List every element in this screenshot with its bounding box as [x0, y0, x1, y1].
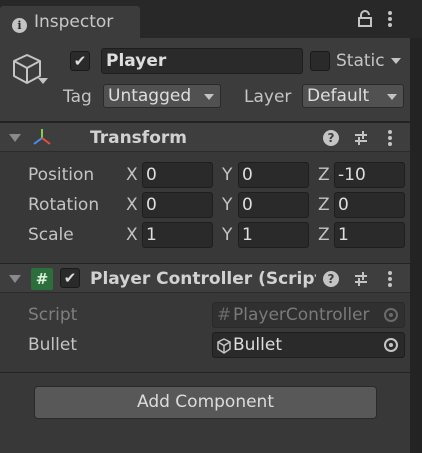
- layer-value: Default: [307, 86, 370, 106]
- axis-x-label[interactable]: X: [126, 165, 138, 185]
- axis-z-label[interactable]: Z: [318, 165, 330, 185]
- csharp-script-icon: #: [217, 305, 232, 325]
- position-y-field[interactable]: 0: [238, 162, 309, 188]
- transform-axes-icon: [33, 129, 51, 145]
- csharp-script-icon: #: [31, 268, 53, 290]
- rotation-label[interactable]: Rotation: [28, 195, 99, 215]
- tag-dropdown[interactable]: Untagged: [103, 84, 221, 108]
- layer-label: Layer: [244, 87, 292, 107]
- tab-title: Inspector: [34, 12, 114, 32]
- help-icon[interactable]: ?: [323, 130, 339, 146]
- tab-inspector[interactable]: i Inspector: [0, 6, 140, 38]
- script-label: Script: [28, 305, 78, 325]
- axis-y-label[interactable]: Y: [222, 165, 232, 185]
- chevron-down-icon: [38, 78, 48, 84]
- scale-x-field[interactable]: 1: [142, 222, 213, 248]
- bullet-value: Bullet: [233, 335, 283, 355]
- rotation-y-field[interactable]: 0: [238, 192, 309, 218]
- chevron-down-icon: [204, 94, 214, 100]
- position-z-field[interactable]: -10: [334, 162, 405, 188]
- script-value: PlayerController: [233, 305, 370, 325]
- axis-z-label[interactable]: Z: [318, 195, 330, 215]
- position-x-field[interactable]: 0: [142, 162, 213, 188]
- static-label[interactable]: Static: [336, 51, 385, 71]
- transform-header[interactable]: [0, 122, 410, 152]
- chevron-down-icon: [387, 94, 397, 100]
- object-picker-icon: [384, 308, 398, 322]
- rotation-x-field[interactable]: 0: [142, 192, 213, 218]
- rotation-z-field[interactable]: 0: [334, 192, 405, 218]
- scale-y-field[interactable]: 1: [238, 222, 309, 248]
- add-component-button[interactable]: Add Component: [34, 386, 377, 419]
- axis-y-label[interactable]: Y: [222, 195, 232, 215]
- scale-z-field[interactable]: 1: [334, 222, 405, 248]
- component-menu-icon[interactable]: [382, 269, 398, 289]
- object-picker-icon[interactable]: [384, 338, 398, 352]
- bullet-label[interactable]: Bullet: [28, 335, 77, 355]
- inspector-menu-icon[interactable]: [382, 9, 398, 29]
- info-icon: i: [12, 18, 27, 33]
- scrollbar-track[interactable]: [410, 38, 422, 453]
- component-enabled-checkbox[interactable]: ✔: [60, 268, 80, 288]
- chevron-down-icon[interactable]: [391, 58, 401, 64]
- static-checkbox[interactable]: [310, 51, 330, 71]
- scale-label[interactable]: Scale: [28, 225, 74, 245]
- help-icon[interactable]: ?: [323, 271, 339, 287]
- axis-y-label[interactable]: Y: [222, 225, 232, 245]
- position-label[interactable]: Position: [28, 165, 94, 185]
- axis-x-label[interactable]: X: [126, 225, 138, 245]
- active-checkbox[interactable]: ✔: [70, 51, 90, 71]
- tag-value: Untagged: [108, 86, 192, 106]
- axis-x-label[interactable]: X: [126, 195, 138, 215]
- prefab-cube-icon: [217, 338, 231, 354]
- foldout-arrow-icon[interactable]: [9, 275, 21, 283]
- bullet-field[interactable]: Bullet: [212, 332, 405, 358]
- name-field[interactable]: Player: [101, 48, 303, 74]
- tag-label: Tag: [63, 87, 92, 107]
- axis-z-label[interactable]: Z: [318, 225, 330, 245]
- layer-dropdown[interactable]: Default: [302, 84, 404, 108]
- component-menu-icon[interactable]: [382, 128, 398, 148]
- presets-icon[interactable]: [353, 130, 369, 146]
- script-field: # PlayerController: [212, 302, 405, 328]
- presets-icon[interactable]: [353, 271, 369, 287]
- transform-title: Transform: [90, 128, 187, 148]
- player-controller-title: Player Controller (Script: [90, 269, 316, 289]
- lock-icon[interactable]: [357, 10, 373, 28]
- divider: [0, 372, 410, 373]
- foldout-arrow-icon[interactable]: [9, 134, 21, 142]
